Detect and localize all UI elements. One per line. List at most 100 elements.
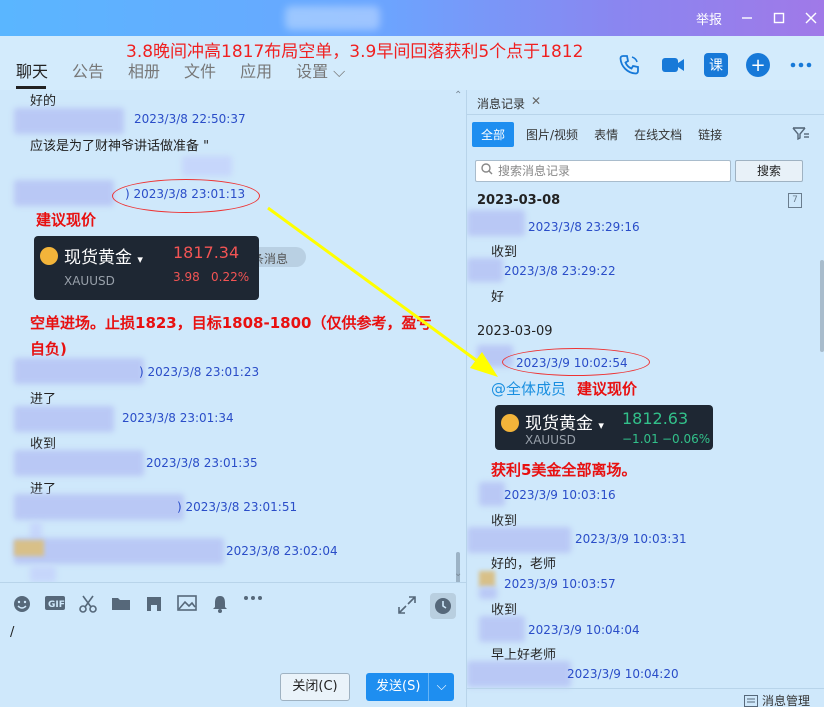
avatar-blurred	[479, 482, 505, 506]
gold-quote-card[interactable]: 现货黄金 ▾ XAUUSD 1817.34 3.98 0.22%	[34, 236, 259, 300]
course-icon[interactable]: 课	[704, 53, 728, 77]
history-timestamp: 2023/3/8 23:29:22	[504, 264, 616, 278]
quote-symbol: XAUUSD	[525, 433, 576, 447]
message-composer: GIF / 关闭(C) 发送(S) ⌵	[0, 582, 466, 707]
send-options-dropdown[interactable]: ⌵	[428, 673, 454, 701]
text-cursor[interactable]: /	[10, 625, 14, 640]
history-timestamp: 2023/3/9 10:03:57	[504, 577, 616, 591]
chat-message-list[interactable]: 好的 2023/3/8 22:50:37 应该是为了财神爷讲话做准备 " 了一条…	[0, 90, 466, 582]
tab-settings[interactable]: 设置 ⌵	[296, 58, 345, 82]
close-icon[interactable]	[804, 11, 818, 25]
tab-apps[interactable]: 应用	[240, 58, 272, 82]
history-tab-docs[interactable]: 在线文档	[634, 126, 682, 143]
scroll-down-icon[interactable]: ⌄	[454, 568, 462, 579]
more-options-icon[interactable]	[243, 595, 263, 613]
search-button[interactable]: 搜索	[735, 160, 803, 182]
quote-symbol: XAUUSD	[64, 274, 115, 288]
message-timestamp: 2023/3/8 23:01:35	[146, 456, 258, 470]
folder-icon[interactable]	[111, 595, 131, 613]
avatar-blurred	[467, 258, 503, 282]
history-clock-icon[interactable]	[430, 593, 456, 619]
avatar-blurred	[467, 661, 571, 687]
message-text: 进了	[30, 392, 57, 407]
history-timestamp: 2023/3/9 10:03:31	[575, 532, 687, 546]
history-timestamp: 2023/3/9 10:04:04	[528, 623, 640, 637]
scissors-icon[interactable]	[78, 595, 98, 613]
tab-chat[interactable]: 聊天	[16, 58, 48, 82]
gif-icon[interactable]: GIF	[45, 595, 65, 613]
message-management-label: 消息管理	[761, 694, 810, 707]
quote-price: 1817.34	[173, 243, 240, 262]
avatar-blurred	[14, 180, 114, 206]
avatar-blurred	[467, 210, 525, 236]
quote-name: 现货黄金 ▾	[525, 414, 604, 434]
history-tab-links[interactable]: 链接	[698, 126, 722, 143]
sender-blurred	[182, 156, 232, 176]
panel-header-divider	[467, 114, 824, 115]
history-tab-media[interactable]: 图片/视频	[526, 126, 578, 143]
message-blurred	[30, 566, 56, 582]
tab-files[interactable]: 文件	[184, 58, 216, 82]
history-tab-all[interactable]: 全部	[472, 122, 515, 147]
phone-icon[interactable]	[616, 52, 642, 78]
avatar-blurred	[467, 527, 571, 553]
gold-coin-icon	[40, 247, 58, 265]
svg-text:GIF: GIF	[48, 600, 65, 610]
report-link[interactable]: 举报	[696, 9, 722, 28]
message-history-panel: 消息记录 ✕ 全部 图片/视频 表情 在线文档 链接 搜索 2023-03-08…	[467, 90, 824, 707]
add-icon[interactable]: +	[746, 53, 770, 77]
history-message: 好	[491, 290, 505, 305]
quote-change-pct: −0.06%	[662, 432, 711, 446]
history-filter-tabs: 全部 图片/视频 表情 在线文档 链接	[472, 122, 738, 147]
emoji-icon[interactable]	[12, 595, 32, 613]
message-text: 应该是为了财神爷讲话做准备 "	[30, 139, 210, 154]
date-header: 2023-03-09	[477, 324, 553, 339]
mention-all[interactable]: @全体成员	[491, 378, 566, 399]
window-title-blurred	[285, 6, 380, 30]
history-search-field[interactable]	[475, 160, 731, 182]
history-scrollbar[interactable]	[820, 260, 824, 352]
message-timestamp: 2023/3/8 23:01:34	[122, 411, 234, 425]
message-timestamp: ) 2023/3/8 23:01:13	[125, 187, 246, 201]
calendar-icon[interactable]: 7	[788, 193, 802, 208]
close-panel-icon[interactable]: ✕	[531, 94, 541, 108]
avatar-blurred	[14, 406, 114, 432]
close-button[interactable]: 关闭(C)	[280, 673, 350, 701]
gold-coin-icon	[501, 414, 519, 432]
scroll-up-icon[interactable]: ⌃	[454, 90, 462, 101]
minimize-icon[interactable]	[740, 11, 754, 25]
search-icon	[481, 163, 493, 178]
history-tab-stickers[interactable]: 表情	[594, 126, 618, 143]
message-management-link[interactable]: 消息管理	[744, 692, 810, 707]
quote-change: 3.98	[173, 270, 200, 284]
image-icon[interactable]	[177, 595, 197, 613]
bell-icon[interactable]	[210, 595, 230, 613]
history-search-input[interactable]	[498, 161, 718, 181]
tab-album[interactable]: 相册	[128, 58, 160, 82]
maximize-icon[interactable]	[772, 11, 786, 25]
group-toolbar: 3.8晚间冲高1817布局空单，3.9早间回落获利5个点于1812 聊天 公告 …	[0, 36, 824, 90]
tab-announcement[interactable]: 公告	[72, 58, 104, 82]
composer-toolbar: GIF	[12, 595, 263, 613]
quote-change: −1.01	[622, 432, 659, 446]
avatar-image-blurred	[479, 571, 495, 587]
message-timestamp: ) 2023/3/8 23:01:51	[177, 500, 298, 514]
active-tab-indicator	[16, 86, 46, 89]
screen-share-icon[interactable]	[144, 595, 164, 613]
filter-icon[interactable]	[792, 126, 810, 144]
composer-right-tools	[398, 593, 456, 619]
title-bar: 举报	[0, 0, 824, 36]
panel-footer-divider	[467, 688, 824, 689]
message-note: 建议现价	[36, 211, 97, 229]
quote-change-pct: 0.22%	[211, 270, 250, 284]
more-icon[interactable]	[788, 52, 814, 78]
send-button[interactable]: 发送(S) ⌵	[366, 673, 454, 701]
gold-quote-card[interactable]: 现货黄金 ▾ XAUUSD 1812.63 −1.01 −0.06%	[495, 405, 713, 450]
avatar-blurred	[14, 494, 184, 520]
video-icon[interactable]	[660, 52, 686, 78]
expand-icon[interactable]	[398, 595, 416, 617]
history-timestamp: 2023/3/8 23:29:16	[528, 220, 640, 234]
message-timestamp: 2023/3/8 23:02:04	[226, 544, 338, 558]
avatar-blurred	[479, 587, 497, 599]
message-text: 好的	[30, 94, 57, 109]
